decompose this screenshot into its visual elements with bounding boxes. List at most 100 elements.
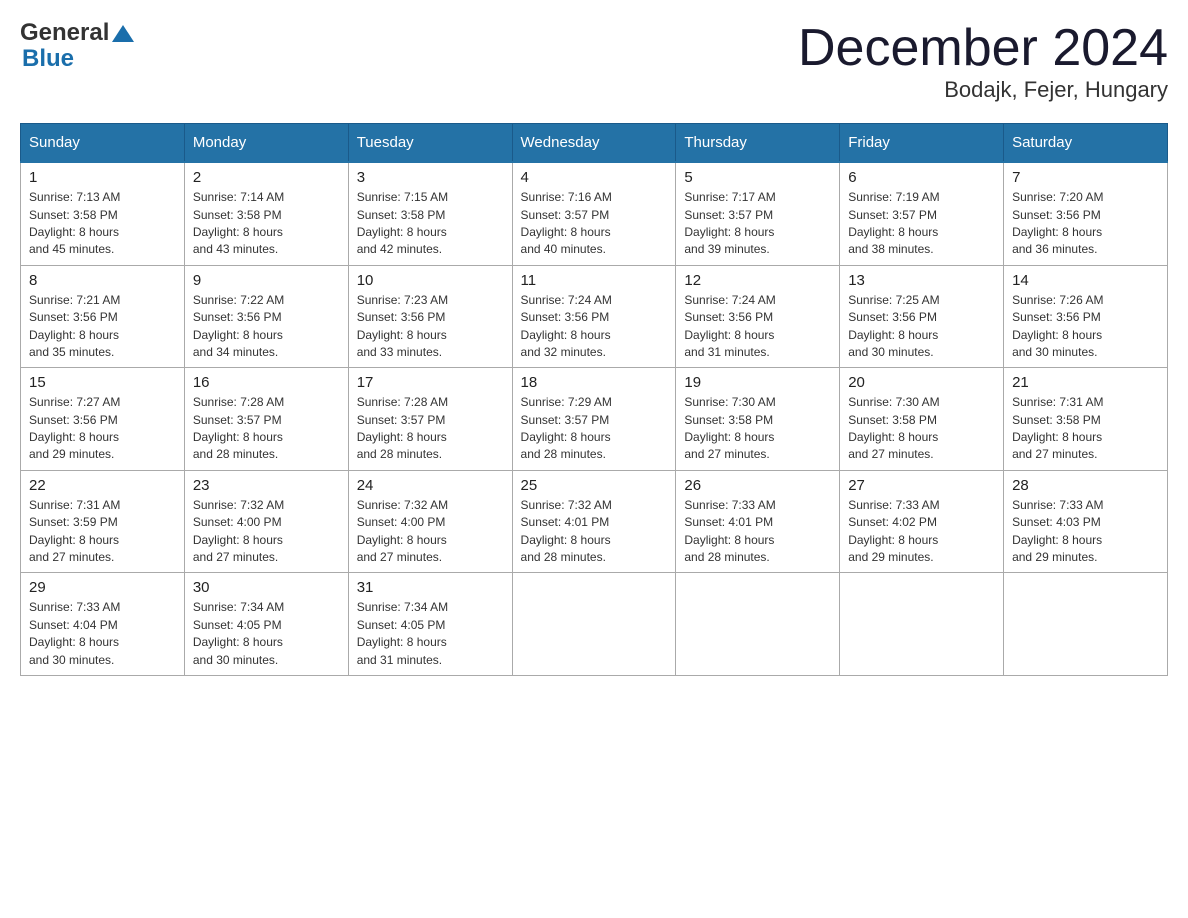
sunrise-info: Sunrise: 7:32 AM xyxy=(357,498,448,512)
day-info: Sunrise: 7:29 AMSunset: 3:57 PMDaylight:… xyxy=(521,394,668,464)
sunset-info: Sunset: 4:01 PM xyxy=(684,515,773,529)
sunrise-info: Sunrise: 7:27 AM xyxy=(29,395,120,409)
day-number: 22 xyxy=(29,477,176,494)
sunrise-info: Sunrise: 7:26 AM xyxy=(1012,293,1103,307)
day-info: Sunrise: 7:25 AM Sunset: 3:56 PM Daylight:… xyxy=(848,292,995,362)
calendar-cell: 26Sunrise: 7:33 AMSunset: 4:01 PMDayligh… xyxy=(676,470,840,573)
daylight-label: Daylight: 8 hours xyxy=(29,225,119,239)
sunrise-info: Sunrise: 7:17 AM xyxy=(684,190,775,204)
calendar-cell xyxy=(1004,573,1168,676)
sunrise-info: Sunrise: 7:28 AM xyxy=(357,395,448,409)
sunrise-info: Sunrise: 7:25 AM xyxy=(848,293,939,307)
day-info: Sunrise: 7:17 AMSunset: 3:57 PMDaylight:… xyxy=(684,189,831,259)
logo: General Blue xyxy=(20,20,137,73)
daylight-value: and 43 minutes. xyxy=(193,242,278,256)
day-info: Sunrise: 7:24 AMSunset: 3:56 PMDaylight:… xyxy=(521,292,668,362)
day-number: 21 xyxy=(1012,374,1159,391)
day-number: 20 xyxy=(848,374,995,391)
daylight-value: and 29 minutes. xyxy=(29,447,114,461)
day-number: 4 xyxy=(521,169,668,186)
daylight-label: Daylight: 8 hours xyxy=(848,430,938,444)
calendar-table: Sunday Monday Tuesday Wednesday Thursday… xyxy=(20,123,1168,676)
day-number: 19 xyxy=(684,374,831,391)
daylight-label: Daylight: 8 hours xyxy=(357,430,447,444)
header-sunday: Sunday xyxy=(21,124,185,163)
day-number: 8 xyxy=(29,272,176,289)
sunset-info: Sunset: 3:56 PM xyxy=(1012,208,1101,222)
day-number: 17 xyxy=(357,374,504,391)
daylight-label: Daylight: 8 hours xyxy=(848,328,938,342)
daylight-value: and 27 minutes. xyxy=(29,550,114,564)
daylight-label: Daylight: 8 hours xyxy=(29,635,119,649)
sunset-info: Sunset: 3:56 PM xyxy=(357,310,446,324)
daylight-value: and 33 minutes. xyxy=(357,345,442,359)
day-info: Sunrise: 7:20 AMSunset: 3:56 PMDaylight:… xyxy=(1012,189,1159,259)
day-number: 9 xyxy=(193,272,340,289)
calendar-cell: 15Sunrise: 7:27 AMSunset: 3:56 PMDayligh… xyxy=(21,368,185,471)
daylight-value: and 27 minutes. xyxy=(193,550,278,564)
sunrise-info: Sunrise: 7:33 AM xyxy=(848,498,939,512)
day-info: Sunrise: 7:21 AMSunset: 3:56 PMDaylight:… xyxy=(29,292,176,362)
calendar-cell: 16 Sunrise: 7:28 AMSunset: 3:57 PMDayligh… xyxy=(184,368,348,471)
daylight-label: Daylight: 8 hours xyxy=(29,328,119,342)
sunset-info: Sunset: 3:56 PM xyxy=(684,310,773,324)
sunset-info: Sunset: 3:57 PM xyxy=(357,413,446,427)
daylight-label: Daylight: 8 hours xyxy=(521,328,611,342)
day-number: 26 xyxy=(684,477,831,494)
daylight-value: and 34 minutes. xyxy=(193,345,278,359)
daylight-value: and 31 minutes. xyxy=(684,345,769,359)
sunrise-info: Sunrise: 7:19 AM xyxy=(848,190,939,204)
day-info: Sunrise: 7:23 AM Sunset: 3:56 PM Daylight:… xyxy=(357,292,504,362)
sunset-info: Sunset: 4:05 PM xyxy=(357,618,446,632)
calendar-cell: 11Sunrise: 7:24 AMSunset: 3:56 PMDayligh… xyxy=(512,265,676,368)
daylight-label: Daylight: 8 hours xyxy=(521,225,611,239)
daylight-label: Daylight: 8 hours xyxy=(848,533,938,547)
sunset-info: Sunset: 3:56 PM xyxy=(193,310,282,324)
daylight-value: and 45 minutes. xyxy=(29,242,114,256)
daylight-label: Daylight: 8 hours xyxy=(193,635,283,649)
logo-blue-text: Blue xyxy=(22,46,137,72)
sunset-info: Sunset: 4:03 PM xyxy=(1012,515,1101,529)
calendar-cell: 7 Sunrise: 7:20 AMSunset: 3:56 PMDaylight… xyxy=(1004,162,1168,265)
day-info: Sunrise: 7:33 AMSunset: 4:02 PMDaylight:… xyxy=(848,497,995,567)
daylight-value: and 30 minutes. xyxy=(848,345,933,359)
daylight-label: Daylight: 8 hours xyxy=(357,328,447,342)
daylight-label: Daylight: 8 hours xyxy=(357,533,447,547)
daylight-value: and 28 minutes. xyxy=(193,447,278,461)
sunset-info: Sunset: 3:56 PM xyxy=(848,310,937,324)
calendar-cell: 20Sunrise: 7:30 AMSunset: 3:58 PMDayligh… xyxy=(840,368,1004,471)
header-saturday: Saturday xyxy=(1004,124,1168,163)
day-number: 31 xyxy=(357,579,504,596)
calendar-cell: 5Sunrise: 7:17 AMSunset: 3:57 PMDaylight… xyxy=(676,162,840,265)
sunset-info: Sunset: 3:58 PM xyxy=(848,413,937,427)
sunrise-info: Sunrise: 7:24 AM xyxy=(684,293,775,307)
sunrise-info: Sunrise: 7:34 AM xyxy=(357,600,448,614)
daylight-label: Daylight: 8 hours xyxy=(1012,328,1102,342)
calendar-cell: 6Sunrise: 7:19 AMSunset: 3:57 PMDaylight… xyxy=(840,162,1004,265)
day-info: Sunrise: 7:31 AMSunset: 3:58 PMDaylight:… xyxy=(1012,394,1159,464)
day-info: Sunrise: 7:32 AMSunset: 4:00 PMDaylight:… xyxy=(357,497,504,567)
day-info: Sunrise: 7:19 AMSunset: 3:57 PMDaylight:… xyxy=(848,189,995,259)
calendar-cell: 10Sunrise: 7:23 AMSunset: 3:56 PMDayligh… xyxy=(348,265,512,368)
sunset-info: Sunset: 3:58 PM xyxy=(684,413,773,427)
day-info: Sunrise: 7:34 AMSunset: 4:05 PMDaylight:… xyxy=(193,599,340,669)
header-friday: Friday xyxy=(840,124,1004,163)
sunrise-info: Sunrise: 7:14 AM xyxy=(193,190,284,204)
daylight-value: and 29 minutes. xyxy=(1012,550,1097,564)
calendar-cell: 22Sunrise: 7:31 AMSunset: 3:59 PMDayligh… xyxy=(21,470,185,573)
daylight-value: and 28 minutes. xyxy=(357,447,442,461)
sunrise-info: Sunrise: 7:31 AM xyxy=(1012,395,1103,409)
calendar-cell: 14Sunrise: 7:26 AMSunset: 3:56 PMDayligh… xyxy=(1004,265,1168,368)
daylight-label: Daylight: 8 hours xyxy=(29,533,119,547)
day-info: Sunrise: 7:14 AMSunset: 3:58 PMDaylight:… xyxy=(193,189,340,259)
day-info: Sunrise: 7:28 AMSunset: 3:57 PMDaylight:… xyxy=(193,394,340,464)
day-number: 28 xyxy=(1012,477,1159,494)
daylight-label: Daylight: 8 hours xyxy=(684,225,774,239)
day-number: 7 xyxy=(1012,169,1159,186)
daylight-label: Daylight: 8 hours xyxy=(1012,430,1102,444)
calendar-cell xyxy=(840,573,1004,676)
sunrise-info: Sunrise: 7:23 AM xyxy=(357,293,448,307)
daylight-label: Daylight: 8 hours xyxy=(193,430,283,444)
calendar-cell: 25Sunrise: 7:32 AMSunset: 4:01 PMDayligh… xyxy=(512,470,676,573)
day-number: 16 xyxy=(193,374,340,391)
